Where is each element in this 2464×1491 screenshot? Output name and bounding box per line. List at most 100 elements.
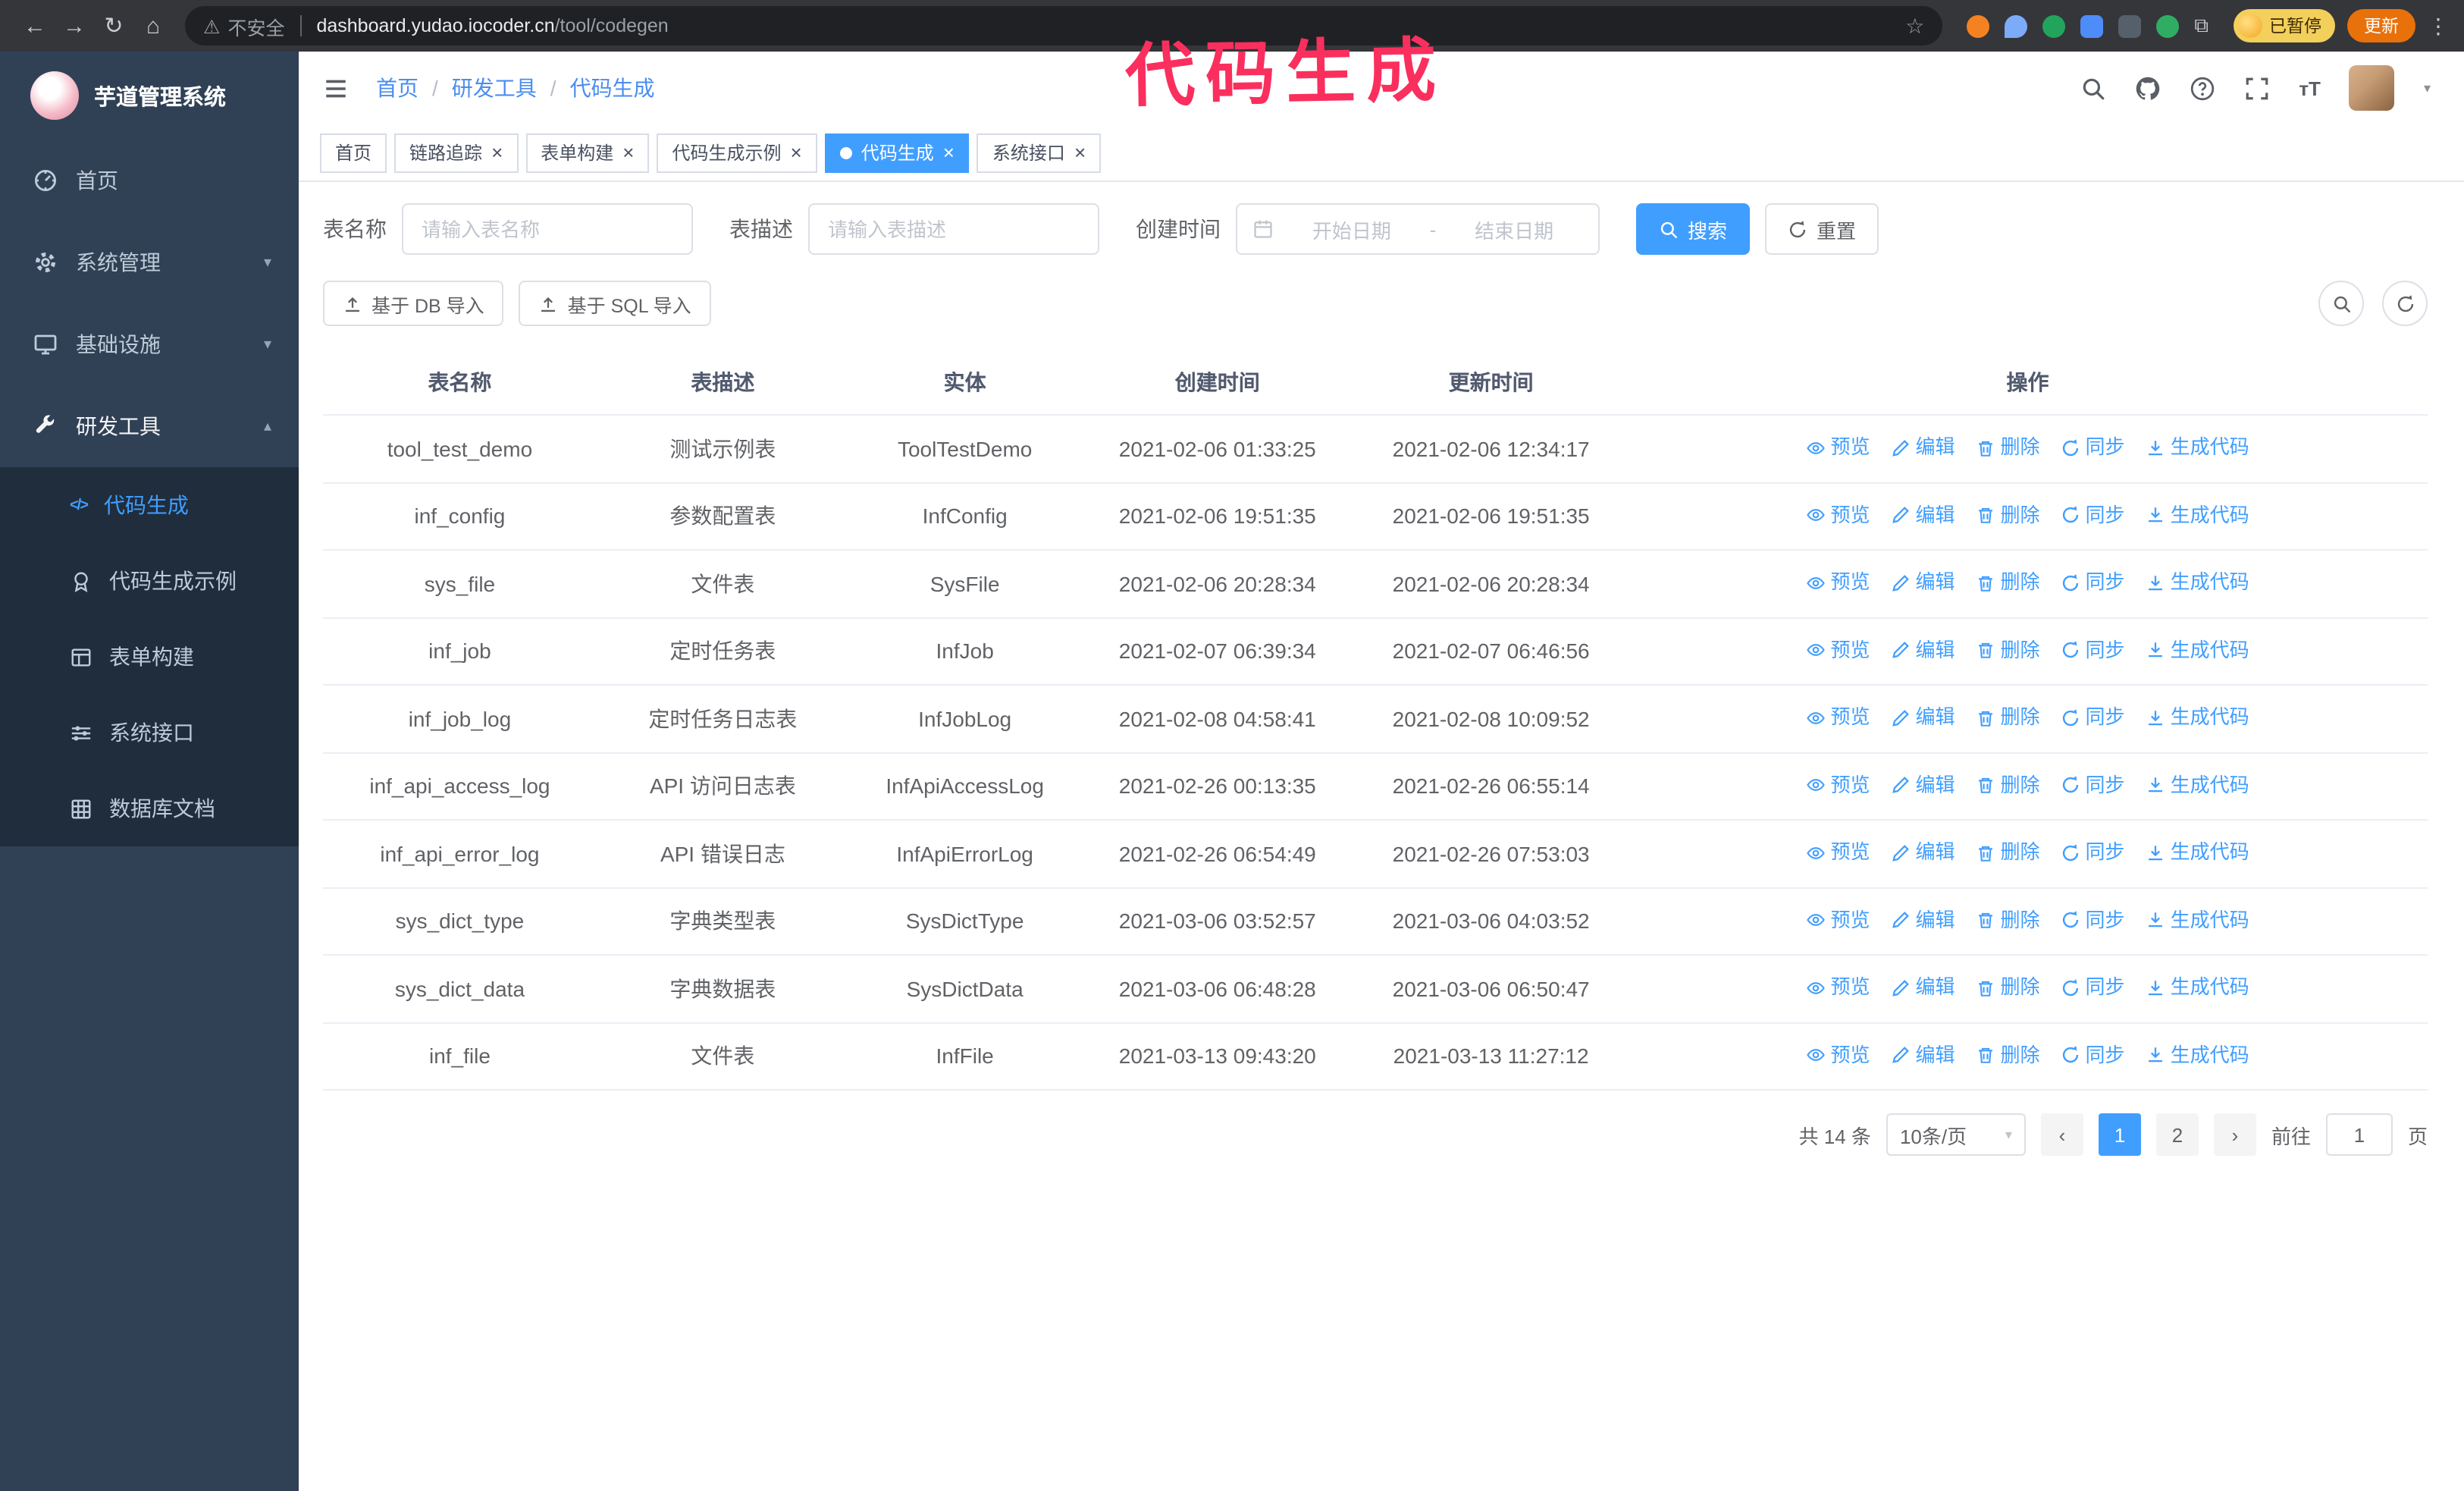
back-icon[interactable]: ← xyxy=(15,6,55,46)
edit-link[interactable]: 编辑 xyxy=(1891,500,1955,530)
extension-icon-2[interactable] xyxy=(2005,14,2028,37)
page-size-select[interactable]: 10条/页 ▾ xyxy=(1886,1113,2026,1156)
toggle-search-button[interactable] xyxy=(2318,281,2364,326)
tab-codegen[interactable]: 代码生成 × xyxy=(824,133,970,172)
sidebar-item-codegen[interactable]: </> 代码生成 xyxy=(0,467,299,543)
sidebar-item-db-doc[interactable]: 数据库文档 xyxy=(0,771,299,846)
sync-link[interactable]: 同步 xyxy=(2061,837,2125,868)
generate-code-link[interactable]: 生成代码 xyxy=(2146,1040,2249,1070)
user-avatar[interactable] xyxy=(2349,65,2395,111)
reload-icon[interactable]: ↻ xyxy=(94,6,133,46)
preview-link[interactable]: 预览 xyxy=(1806,905,1870,935)
import-db-button[interactable]: 基于 DB 导入 xyxy=(323,281,504,326)
tab-api[interactable]: 系统接口 × xyxy=(977,133,1102,172)
generate-code-link[interactable]: 生成代码 xyxy=(2146,770,2249,800)
edit-link[interactable]: 编辑 xyxy=(1891,972,1955,1003)
delete-link[interactable]: 删除 xyxy=(1977,702,2040,733)
import-sql-button[interactable]: 基于 SQL 导入 xyxy=(519,281,711,326)
tab-codegen-demo[interactable]: 代码生成示例 × xyxy=(657,133,817,172)
preview-link[interactable]: 预览 xyxy=(1806,1040,1870,1070)
sidebar-item-codegen-demo[interactable]: 代码生成示例 xyxy=(0,543,299,619)
close-icon[interactable]: × xyxy=(1074,143,1086,162)
sidebar-item-home[interactable]: 首页 xyxy=(0,140,299,221)
browser-menu-icon[interactable]: ⋮ xyxy=(2428,13,2449,39)
extension-icon-3[interactable] xyxy=(2042,14,2066,37)
delete-link[interactable]: 删除 xyxy=(1977,905,2040,935)
preview-link[interactable]: 预览 xyxy=(1806,837,1870,868)
close-icon[interactable]: × xyxy=(943,143,955,162)
sync-link[interactable]: 同步 xyxy=(2061,770,2125,800)
page-button-1[interactable]: 1 xyxy=(2098,1113,2141,1156)
profile-paused-badge[interactable]: 已暂停 xyxy=(2233,9,2335,42)
generate-code-link[interactable]: 生成代码 xyxy=(2146,567,2249,598)
home-icon[interactable]: ⌂ xyxy=(133,6,173,46)
preview-link[interactable]: 预览 xyxy=(1806,500,1870,530)
date-range-picker[interactable]: 开始日期 - 结束日期 xyxy=(1236,203,1600,255)
delete-link[interactable]: 删除 xyxy=(1977,770,2040,800)
sidebar-item-form-builder[interactable]: 表单构建 xyxy=(0,619,299,695)
sync-link[interactable]: 同步 xyxy=(2061,500,2125,530)
edit-link[interactable]: 编辑 xyxy=(1891,1040,1955,1070)
edit-link[interactable]: 编辑 xyxy=(1891,702,1955,733)
search-button[interactable]: 搜索 xyxy=(1636,203,1751,255)
edit-link[interactable]: 编辑 xyxy=(1891,635,1955,665)
table-desc-input[interactable] xyxy=(808,203,1099,255)
preview-link[interactable]: 预览 xyxy=(1806,635,1870,665)
breadcrumb-devtools[interactable]: 研发工具 xyxy=(452,73,537,103)
preview-link[interactable]: 预览 xyxy=(1806,432,1870,463)
fullscreen-icon[interactable] xyxy=(2244,75,2270,101)
sync-link[interactable]: 同步 xyxy=(2061,1040,2125,1070)
delete-link[interactable]: 删除 xyxy=(1977,1040,2040,1070)
delete-link[interactable]: 删除 xyxy=(1977,837,2040,868)
delete-link[interactable]: 删除 xyxy=(1977,635,2040,665)
sidebar-item-devtools[interactable]: 研发工具 ▴ xyxy=(0,385,299,467)
edit-link[interactable]: 编辑 xyxy=(1891,432,1955,463)
extension-icon-4[interactable] xyxy=(2080,14,2104,37)
close-icon[interactable]: × xyxy=(622,143,634,162)
preview-link[interactable]: 预览 xyxy=(1806,567,1870,598)
generate-code-link[interactable]: 生成代码 xyxy=(2146,635,2249,665)
tab-home[interactable]: 首页 xyxy=(320,133,387,172)
delete-link[interactable]: 删除 xyxy=(1977,432,2040,463)
collapse-menu-icon[interactable] xyxy=(323,75,349,101)
extension-icon-6[interactable] xyxy=(2156,14,2180,37)
generate-code-link[interactable]: 生成代码 xyxy=(2146,432,2249,463)
tab-tracing[interactable]: 链路追踪 × xyxy=(394,133,519,172)
edit-link[interactable]: 编辑 xyxy=(1891,837,1955,868)
reset-button[interactable]: 重置 xyxy=(1765,203,1879,255)
extension-icon-1[interactable] xyxy=(1967,14,1990,37)
table-name-input[interactable] xyxy=(402,203,693,255)
preview-link[interactable]: 预览 xyxy=(1806,972,1870,1003)
edit-link[interactable]: 编辑 xyxy=(1891,770,1955,800)
next-page-button[interactable]: › xyxy=(2213,1113,2256,1156)
page-button-2[interactable]: 2 xyxy=(2155,1113,2199,1156)
github-icon[interactable] xyxy=(2135,75,2161,101)
chevron-down-icon[interactable]: ▾ xyxy=(2424,80,2431,96)
delete-link[interactable]: 删除 xyxy=(1977,567,2040,598)
sync-link[interactable]: 同步 xyxy=(2061,432,2125,463)
sync-link[interactable]: 同步 xyxy=(2061,702,2125,733)
generate-code-link[interactable]: 生成代码 xyxy=(2146,972,2249,1003)
sync-link[interactable]: 同步 xyxy=(2061,972,2125,1003)
sidebar-item-system[interactable]: 系统管理 ▾ xyxy=(0,221,299,303)
sidebar-item-api[interactable]: 系统接口 xyxy=(0,695,299,771)
extensions-puzzle-icon[interactable]: ⧉ xyxy=(2194,14,2209,38)
forward-icon[interactable]: → xyxy=(55,6,94,46)
generate-code-link[interactable]: 生成代码 xyxy=(2146,837,2249,868)
address-bar[interactable]: ⚠ 不安全 dashboard.yudao.iocoder.cn /tool/c… xyxy=(185,6,1943,46)
refresh-table-button[interactable] xyxy=(2382,281,2428,326)
prev-page-button[interactable]: ‹ xyxy=(2040,1113,2083,1156)
sync-link[interactable]: 同步 xyxy=(2061,905,2125,935)
generate-code-link[interactable]: 生成代码 xyxy=(2146,702,2249,733)
preview-link[interactable]: 预览 xyxy=(1806,770,1870,800)
bookmark-star-icon[interactable]: ☆ xyxy=(1905,13,1924,39)
breadcrumb-home[interactable]: 首页 xyxy=(376,73,419,103)
delete-link[interactable]: 删除 xyxy=(1977,972,2040,1003)
sidebar-item-infra[interactable]: 基础设施 ▾ xyxy=(0,303,299,385)
generate-code-link[interactable]: 生成代码 xyxy=(2146,500,2249,530)
search-icon[interactable] xyxy=(2080,75,2106,101)
goto-page-input[interactable] xyxy=(2325,1113,2393,1156)
help-icon[interactable] xyxy=(2190,75,2215,101)
preview-link[interactable]: 预览 xyxy=(1806,702,1870,733)
font-size-icon[interactable]: тT xyxy=(2299,77,2321,99)
